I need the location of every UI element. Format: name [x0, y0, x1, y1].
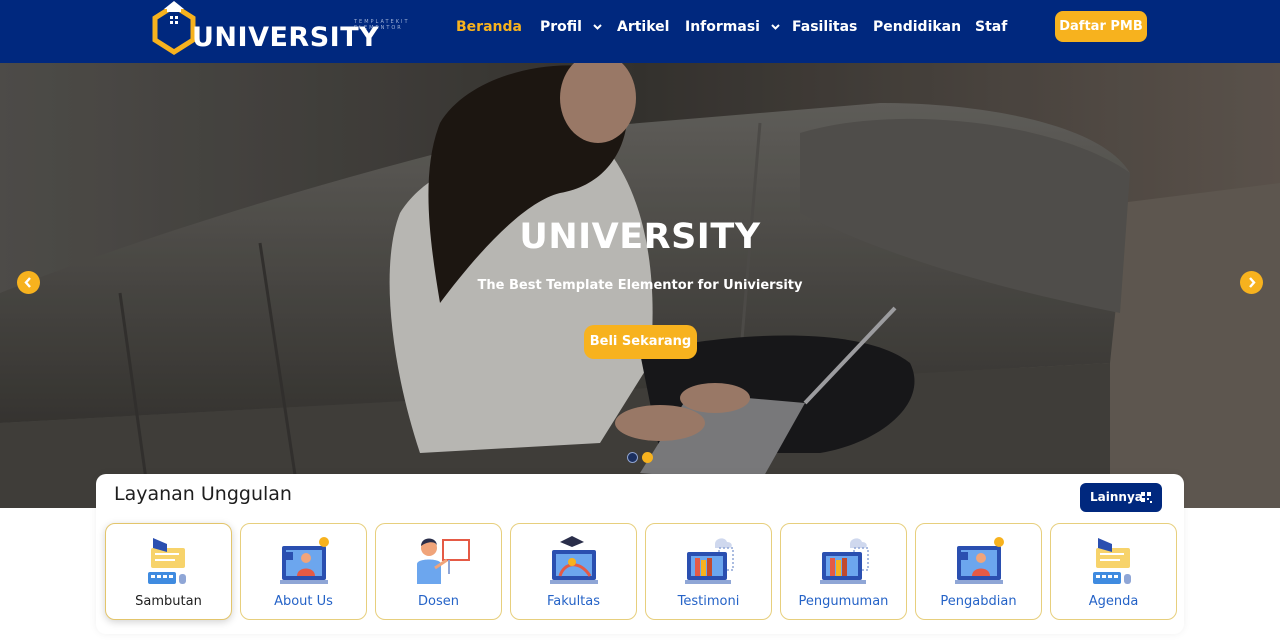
grid-icon — [1141, 492, 1152, 503]
service-card-testimoni[interactable]: Testimoni — [645, 523, 772, 620]
nav-pendidikan[interactable]: Pendidikan — [873, 17, 961, 37]
nav-staf-label: Staf — [975, 19, 1008, 35]
service-card-pengumuman[interactable]: Pengumuman — [780, 523, 907, 620]
service-card-label: Agenda — [1088, 594, 1139, 609]
university-logo[interactable]: TEMPLATEKIT ELEMENTOR UNIVERSITY — [150, 0, 408, 58]
beli-sekarang-button[interactable]: Beli Sekarang — [584, 325, 697, 359]
keyboard-megaphone-icon — [148, 538, 186, 584]
nav-informasi-label: Informasi — [685, 19, 760, 35]
service-card-label: Dosen — [418, 594, 459, 609]
video-teacher-icon — [280, 537, 329, 584]
chevron-down-icon — [593, 24, 602, 30]
top-navbar: TEMPLATEKIT ELEMENTOR UNIVERSITY Beranda… — [0, 0, 1280, 63]
chevron-right-icon — [1249, 277, 1256, 288]
video-teacher-icon — [955, 537, 1004, 584]
service-card-label: About Us — [274, 594, 333, 609]
service-card-label: Pengabdian — [940, 594, 1017, 609]
chevron-down-icon — [771, 24, 780, 30]
service-card-label: Fakultas — [546, 594, 601, 609]
service-card-sambutan[interactable]: Sambutan — [105, 523, 232, 620]
service-card-dosen[interactable]: Dosen — [375, 523, 502, 620]
nav-staf[interactable]: Staf — [975, 17, 1007, 37]
nav-beranda[interactable]: Beranda — [456, 17, 522, 37]
slider-next-button[interactable] — [1240, 271, 1263, 294]
service-card-label: Pengumuman — [798, 594, 889, 609]
nav-pendidikan-label: Pendidikan — [873, 19, 962, 35]
slider-dot-1[interactable] — [627, 452, 638, 463]
nav-informasi[interactable]: Informasi — [685, 17, 780, 37]
hero-slider: UNIVERSITY The Best Template Elementor f… — [0, 63, 1280, 508]
books-cloud-icon — [685, 538, 734, 584]
lainnya-label: Lainnya — [1090, 490, 1143, 504]
service-card-label: Testimoni — [677, 594, 740, 609]
lecturer-board-icon — [417, 538, 470, 584]
service-card-pengabdian[interactable]: Pengabdian — [915, 523, 1042, 620]
layanan-unggulan-panel: Layanan Unggulan Lainnya Sambutan About … — [96, 474, 1184, 634]
nav-artikel-label: Artikel — [617, 19, 670, 35]
books-cloud-icon — [820, 538, 869, 584]
nav-fasilitas-label: Fasilitas — [792, 19, 858, 35]
service-card-agenda[interactable]: Agenda — [1050, 523, 1177, 620]
nav-artikel[interactable]: Artikel — [617, 17, 669, 37]
service-card-fakultas[interactable]: Fakultas — [510, 523, 637, 620]
daftar-pmb-button[interactable]: Daftar PMB — [1055, 11, 1147, 42]
nav-beranda-label: Beranda — [456, 19, 522, 35]
lainnya-button[interactable]: Lainnya — [1080, 483, 1162, 512]
section-title: Layanan Unggulan — [114, 483, 292, 505]
nav-fasilitas[interactable]: Fasilitas — [792, 17, 857, 37]
keyboard-megaphone-icon — [1093, 538, 1131, 584]
graduation-monitor-icon — [550, 536, 598, 584]
slider-prev-button[interactable] — [17, 271, 40, 294]
hero-title: UNIVERSITY — [519, 217, 761, 257]
slider-dot-2[interactable] — [642, 452, 653, 463]
service-card-label: Sambutan — [135, 594, 202, 609]
logo-wordmark: UNIVERSITY — [192, 22, 380, 53]
service-card-about-us[interactable]: About Us — [240, 523, 367, 620]
nav-profil-label: Profil — [540, 19, 582, 35]
chevron-left-icon — [24, 277, 31, 288]
hero-subtitle: The Best Template Elementor for Univiers… — [477, 278, 803, 293]
nav-profil[interactable]: Profil — [540, 17, 602, 37]
